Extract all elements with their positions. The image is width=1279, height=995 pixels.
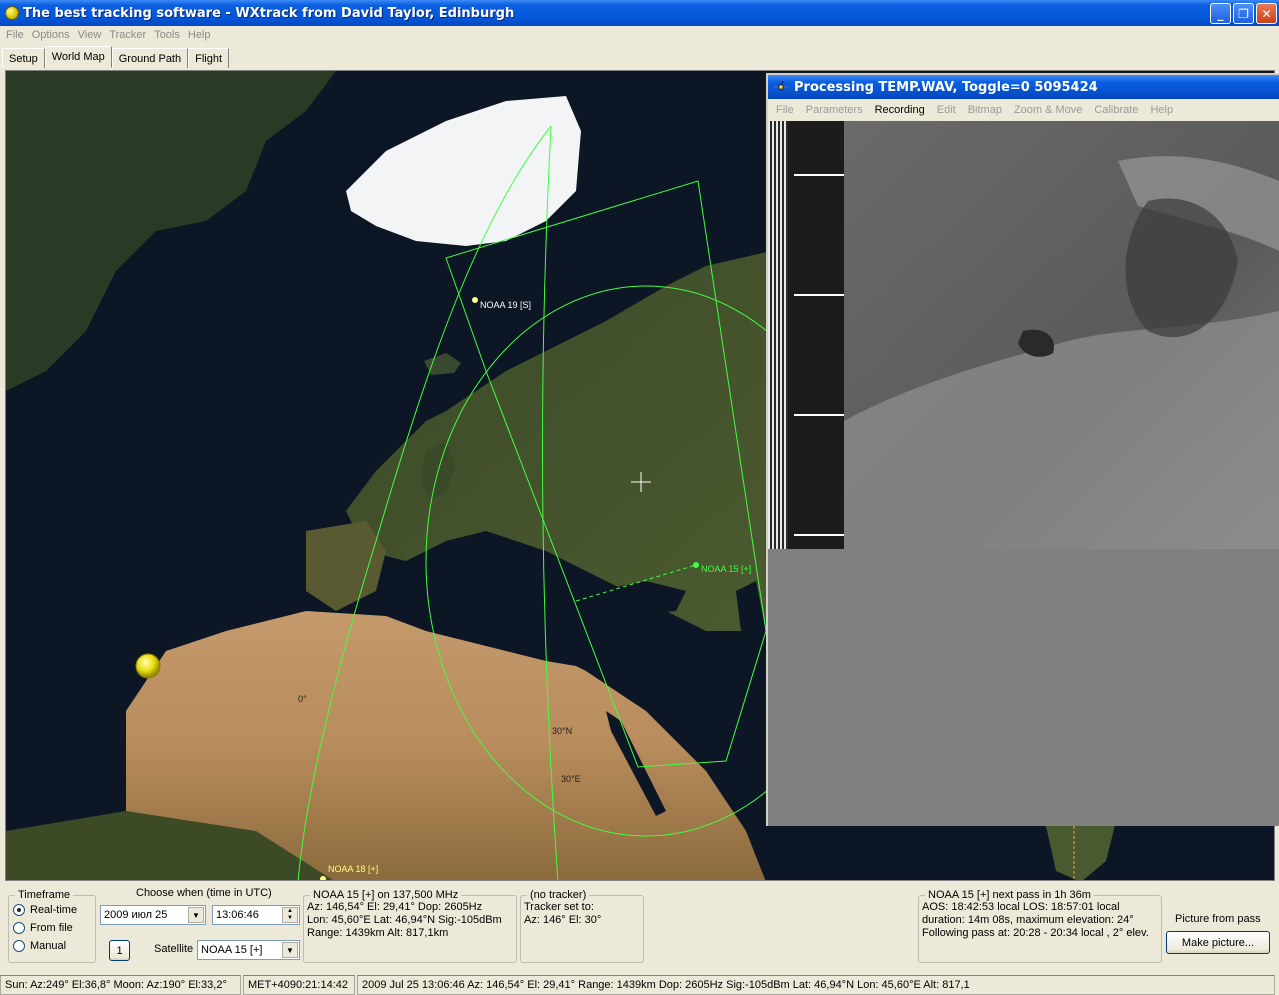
apt-image[interactable]	[768, 121, 1279, 549]
picture-from-pass-label: Picture from pass	[1175, 913, 1261, 925]
minimize-button[interactable]: _	[1210, 3, 1231, 24]
noaa18-label: NOAA 18 [+]	[328, 864, 378, 874]
grid-label-30e: 30°E	[561, 774, 581, 784]
tracker-line: Az: 146° El: 30°	[524, 914, 602, 926]
tab-setup[interactable]: Setup	[2, 48, 45, 68]
time-input[interactable]: 13:06:46 ▲ ▼	[212, 905, 300, 925]
noaa15-marker[interactable]	[693, 562, 699, 568]
proc-menu-help[interactable]: Help	[1150, 104, 1173, 116]
window-controls: _ ❐ ✕	[1210, 3, 1277, 24]
menu-help[interactable]: Help	[188, 29, 211, 41]
satellite-value: NOAA 15 [+]	[201, 944, 263, 956]
status-bar: Sun: Az:249° El:36,8° Moon: Az:190° El:3…	[0, 975, 1279, 995]
radio-from-file-indicator[interactable]	[13, 922, 25, 934]
date-picker[interactable]: 2009 июл 25 ▼	[100, 905, 206, 925]
tracker-legend: (no tracker)	[530, 889, 587, 901]
satellite-info-line: Range: 1439km Alt: 817,1km	[307, 927, 449, 939]
satellite-label: Satellite	[154, 943, 194, 955]
processing-menu-bar: File Parameters Recording Edit Bitmap Zo…	[768, 99, 1279, 121]
satellite-icon	[774, 80, 788, 90]
make-picture-button[interactable]: Make picture...	[1166, 931, 1270, 954]
radio-manual-label: Manual	[30, 940, 67, 952]
menu-tools[interactable]: Tools	[154, 29, 180, 41]
tab-strip: Setup World Map Ground Path Flight	[2, 46, 230, 68]
main-title-bar[interactable]: The best tracking software - WXtrack fro…	[0, 0, 1279, 26]
noaa19-marker[interactable]	[472, 297, 478, 303]
menu-bar: File Options View Tracker Tools Help	[0, 26, 1279, 44]
date-value: 2009 июл 25	[104, 909, 168, 921]
radio-real-time-indicator[interactable]	[13, 904, 25, 916]
radio-from-file[interactable]: From file	[9, 919, 95, 937]
satellite-info-line: Lon: 45,60°E Lat: 46,94°N Sig:-105dBm	[307, 914, 502, 926]
radio-from-file-label: From file	[30, 922, 73, 934]
status-satellite: 2009 Jul 25 13:06:46 Az: 146,54° El: 29,…	[357, 975, 1275, 995]
proc-menu-edit[interactable]: Edit	[937, 104, 956, 116]
proc-menu-recording[interactable]: Recording	[875, 104, 925, 116]
grid-label-30n: 30°N	[552, 726, 572, 736]
sync-stripes	[768, 121, 788, 549]
status-met: MET+4090:21:14:42	[243, 975, 355, 995]
proc-menu-zoom-move[interactable]: Zoom & Move	[1014, 104, 1082, 116]
noaa19-label: NOAA 19 [S]	[480, 300, 531, 310]
proc-menu-file[interactable]: File	[776, 104, 794, 116]
menu-options[interactable]: Options	[32, 29, 70, 41]
satellite-info-line: Az: 146,54° El: 29,41° Dop: 2605Hz	[307, 901, 483, 913]
tracker-group: (no tracker) Tracker set to: Az: 146° El…	[520, 889, 644, 963]
radio-real-time[interactable]: Real-time	[9, 901, 95, 919]
tab-ground-path[interactable]: Ground Path	[111, 48, 189, 68]
processing-window[interactable]: Processing TEMP.WAV, Toggle=0 5095424 Fi…	[766, 73, 1279, 826]
apt-image-canvas	[768, 121, 1279, 549]
telemetry-band	[788, 121, 844, 549]
tab-flight[interactable]: Flight	[188, 48, 230, 68]
window-title: The best tracking software - WXtrack fro…	[23, 5, 515, 21]
proc-menu-parameters[interactable]: Parameters	[806, 104, 863, 116]
next-pass-line: duration: 14m 08s, maximum elevation: 24…	[922, 914, 1134, 926]
timeframe-legend: Timeframe	[18, 889, 71, 901]
chevron-down-icon[interactable]: ▼	[282, 942, 298, 958]
time-value: 13:06:46	[216, 909, 259, 921]
menu-file[interactable]: File	[6, 29, 24, 41]
choose-when-label: Choose when (time in UTC)	[136, 887, 272, 899]
radio-manual[interactable]: Manual	[9, 937, 95, 955]
sun-icon	[135, 653, 161, 679]
menu-view[interactable]: View	[78, 29, 102, 41]
radio-manual-indicator[interactable]	[13, 940, 25, 952]
noaa15-label: NOAA 15 [+]	[701, 564, 751, 574]
chevron-down-icon[interactable]: ▼	[188, 907, 204, 923]
proc-menu-calibrate[interactable]: Calibrate	[1094, 104, 1138, 116]
next-pass-line: AOS: 18:42:53 local LOS: 18:57:01 local	[922, 901, 1120, 913]
processing-empty-area	[768, 549, 1279, 826]
next-pass-line: Following pass at: 20:28 - 20:34 local ,…	[922, 927, 1149, 939]
satellite-select[interactable]: NOAA 15 [+] ▼	[197, 940, 300, 960]
satellite-info-group: NOAA 15 [+] on 137,500 MHz Az: 146,54° E…	[303, 889, 517, 963]
close-button[interactable]: ✕	[1256, 3, 1277, 24]
next-pass-legend: NOAA 15 [+] next pass in 1h 36m	[928, 889, 1091, 901]
tab-world-map[interactable]: World Map	[44, 46, 112, 68]
satellite-info-legend: NOAA 15 [+] on 137,500 MHz	[313, 889, 459, 901]
control-panel: Timeframe Real-time From file Manual Cho…	[0, 881, 1279, 971]
timeframe-group: Timeframe Real-time From file Manual	[8, 889, 96, 963]
radio-real-time-label: Real-time	[30, 904, 78, 916]
restore-button[interactable]: ❐	[1233, 3, 1254, 24]
next-pass-group: NOAA 15 [+] next pass in 1h 36m AOS: 18:…	[918, 889, 1162, 963]
processing-title: Processing TEMP.WAV, Toggle=0 5095424	[794, 79, 1098, 95]
spin-arrows-icon[interactable]: ▲ ▼	[282, 907, 298, 923]
app-icon	[5, 6, 19, 20]
step-button[interactable]: 1	[109, 940, 130, 961]
tracker-line: Tracker set to:	[524, 901, 594, 913]
proc-menu-bitmap[interactable]: Bitmap	[968, 104, 1002, 116]
status-sun-moon: Sun: Az:249° El:36,8° Moon: Az:190° El:3…	[0, 975, 241, 995]
grid-label-0: 0°	[298, 694, 307, 704]
menu-tracker[interactable]: Tracker	[109, 29, 146, 41]
processing-title-bar[interactable]: Processing TEMP.WAV, Toggle=0 5095424	[768, 75, 1279, 99]
